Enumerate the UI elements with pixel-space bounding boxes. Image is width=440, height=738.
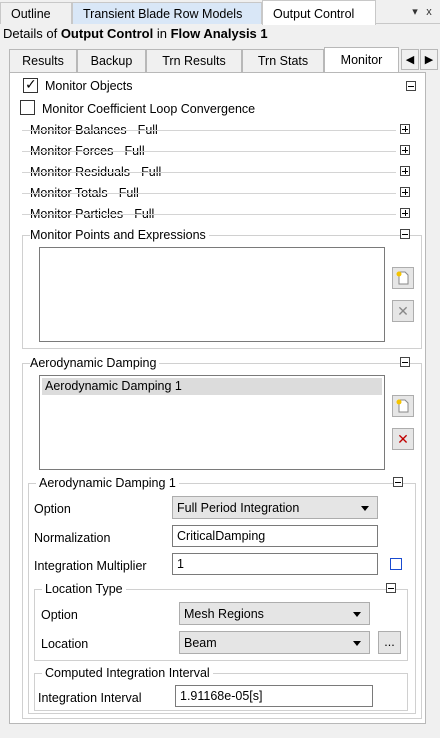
expand-icon[interactable]	[400, 145, 410, 155]
expression-toggle-icon[interactable]	[390, 558, 402, 570]
location-label: Location	[41, 637, 89, 651]
tab-trn-results-label: Trn Results	[162, 54, 226, 68]
details-mid: in	[153, 26, 171, 41]
collapse-icon[interactable]	[400, 229, 410, 239]
collapse-icon[interactable]	[406, 81, 416, 91]
tab-trn-stats-label: Trn Stats	[257, 54, 309, 68]
tab-monitor[interactable]: Monitor	[324, 47, 399, 73]
tab-scroll-left-icon[interactable]: ◀	[401, 49, 419, 70]
section-divider	[22, 172, 396, 173]
section-monitor-points: Monitor Points and Expressions	[30, 228, 209, 242]
expand-icon[interactable]	[400, 124, 410, 134]
expand-icon[interactable]	[400, 187, 410, 197]
details-parent: Flow Analysis 1	[170, 26, 268, 41]
monitor-objects-checkbox[interactable]	[23, 76, 38, 93]
tab-trn-results[interactable]: Trn Results	[146, 49, 242, 72]
integration-multiplier-field[interactable]: 1	[172, 553, 378, 575]
location-option-select[interactable]: Mesh Regions	[179, 602, 370, 625]
coefficient-loop-label: Monitor Coefficient Loop Convergence	[42, 102, 256, 116]
tab-transient-blade-row-models[interactable]: Transient Blade Row Models	[72, 2, 262, 24]
collapse-icon[interactable]	[400, 357, 410, 367]
tab-transient-label: Transient Blade Row Models	[83, 7, 243, 21]
normalization-field[interactable]: CriticalDamping	[172, 525, 378, 547]
computed-interval-title: Computed Integration Interval	[42, 666, 213, 680]
new-item-icon[interactable]	[392, 395, 414, 417]
tab-results-label: Results	[22, 54, 64, 68]
window-buttons: ▾ x	[408, 4, 436, 18]
aero-damping-1-title: Aerodynamic Damping 1	[36, 476, 179, 490]
option-label: Option	[34, 502, 71, 516]
tab-backup-label: Backup	[90, 54, 133, 68]
section-aerodynamic-damping: Aerodynamic Damping	[30, 356, 160, 370]
monitor-points-list[interactable]	[39, 247, 385, 342]
aero-damping-list[interactable]: Aerodynamic Damping 1	[39, 375, 385, 470]
monitor-objects-label: Monitor Objects	[45, 79, 133, 93]
tab-trn-stats[interactable]: Trn Stats	[242, 49, 324, 72]
tab-output-control-label: Output Control	[273, 7, 355, 21]
tab-outline[interactable]: Outline	[0, 2, 72, 24]
delete-icon[interactable]: ✕	[392, 428, 414, 450]
dropdown-icon[interactable]: ▾	[408, 5, 422, 18]
section-divider	[22, 151, 396, 152]
list-item[interactable]: Aerodynamic Damping 1	[42, 378, 382, 395]
option-value: Full Period Integration	[177, 501, 300, 515]
details-object: Output Control	[60, 26, 154, 41]
coefficient-loop-checkbox[interactable]	[20, 100, 35, 115]
top-tab-bar: Outline Transient Blade Row Models Outpu…	[0, 0, 440, 25]
location-value: Beam	[184, 636, 217, 650]
integration-interval-label: Integration Interval	[38, 691, 142, 705]
expand-icon[interactable]	[400, 208, 410, 218]
close-icon[interactable]: x	[422, 6, 436, 18]
option-select[interactable]: Full Period Integration	[172, 496, 378, 519]
section-divider	[22, 214, 396, 215]
tab-monitor-label: Monitor	[340, 53, 383, 67]
tab-output-control[interactable]: Output Control	[262, 0, 376, 25]
new-item-icon[interactable]	[392, 267, 414, 289]
collapse-icon[interactable]	[393, 477, 403, 487]
tab-outline-label: Outline	[11, 7, 51, 21]
section-divider	[22, 130, 396, 131]
details-prefix: Details of	[3, 26, 61, 41]
normalization-label: Normalization	[34, 531, 111, 545]
expand-icon[interactable]	[400, 166, 410, 176]
section-divider	[22, 193, 396, 194]
collapse-icon[interactable]	[386, 583, 396, 593]
integration-multiplier-label: Integration Multiplier	[34, 559, 147, 573]
tab-results[interactable]: Results	[9, 49, 77, 72]
tab-backup[interactable]: Backup	[77, 49, 146, 72]
location-option-label: Option	[41, 608, 78, 622]
location-select[interactable]: Beam	[179, 631, 370, 654]
browse-button[interactable]: ...	[378, 631, 401, 654]
location-type-title: Location Type	[42, 582, 126, 596]
tab-scroll-right-icon[interactable]: ▶	[420, 49, 438, 70]
location-option-value: Mesh Regions	[184, 607, 264, 621]
integration-interval-field: 1.91168e-05[s]	[175, 685, 373, 707]
details-title: Details of Output Control in Flow Analys…	[3, 26, 268, 41]
delete-icon[interactable]: ✕	[392, 300, 414, 322]
